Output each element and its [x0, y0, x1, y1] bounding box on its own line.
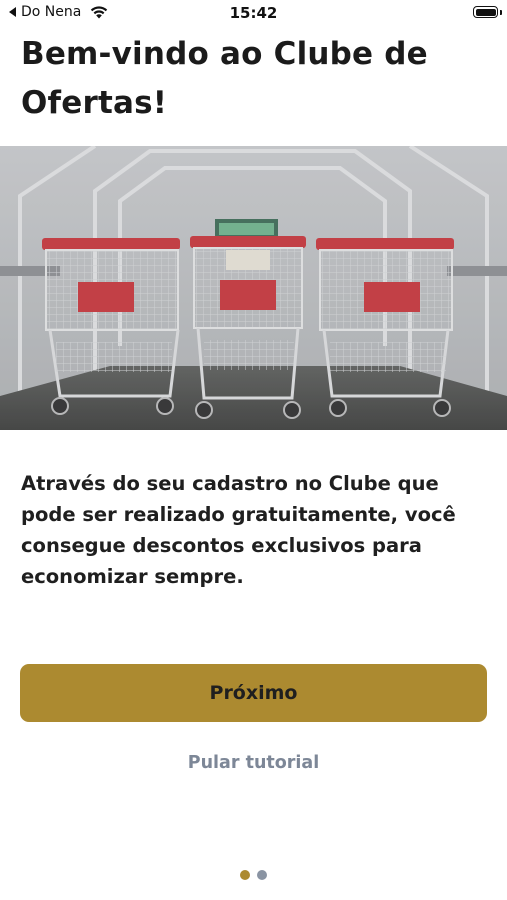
page-title: Bem-vindo ao Clube de Ofertas! — [21, 36, 428, 121]
skip-tutorial-link[interactable]: Pular tutorial — [0, 753, 507, 773]
hero-image — [0, 146, 507, 430]
shopping-carts-illustration — [0, 146, 507, 430]
page-indicator — [0, 870, 507, 880]
battery-icon — [473, 6, 498, 18]
next-button-label: Próximo — [209, 682, 298, 704]
onboarding-description: Através do seu cadastro no Clube que pod… — [21, 472, 456, 588]
battery-cap — [500, 10, 502, 15]
page-dot-active[interactable] — [240, 870, 250, 880]
page-dot[interactable] — [257, 870, 267, 880]
next-button[interactable]: Próximo — [20, 664, 487, 722]
battery-level — [475, 8, 496, 16]
status-time: 15:42 — [229, 4, 278, 22]
status-bar: Do Nena 15:42 — [0, 0, 507, 26]
